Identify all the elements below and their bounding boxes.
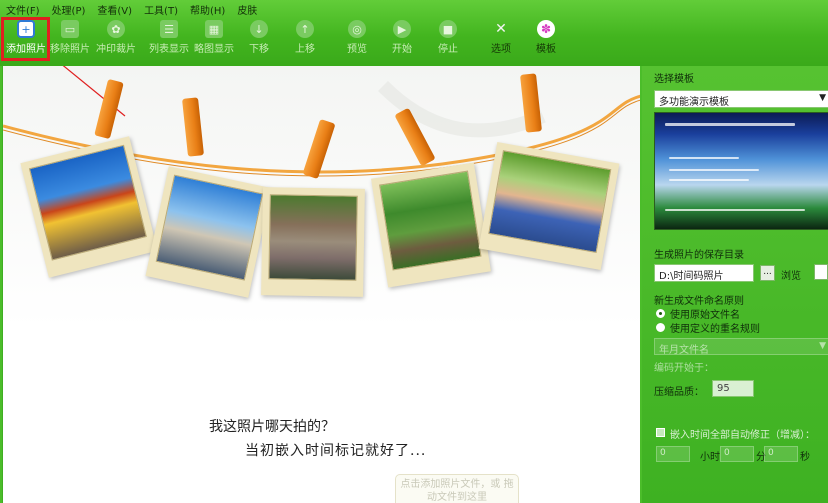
list-view-button[interactable]: ☰ 列表显示 <box>145 20 193 60</box>
move-up-label: 上移 <box>295 44 315 55</box>
minutes-input[interactable]: 0 <box>720 446 754 462</box>
menu-view[interactable]: 查看(V) <box>97 2 132 17</box>
photo-image <box>155 174 264 281</box>
photo-image <box>379 170 482 271</box>
preview-icon: ◎ <box>348 20 366 38</box>
preview-caption-line1: 我这照片哪天拍的？ <box>209 419 335 435</box>
move-down-icon: ↓ <box>250 20 268 38</box>
naming-custom-label: 使用定义的重名规则 <box>670 324 760 335</box>
start-label: 开始 <box>392 44 412 55</box>
output-dir-input[interactable]: D:\时间码照片 <box>654 264 754 282</box>
menu-process[interactable]: 处理(P) <box>52 2 86 17</box>
quality-label: 压缩品质： <box>654 387 704 398</box>
move-down-button[interactable]: ↓ 下移 <box>235 20 283 60</box>
app-chrome: 文件(F) 处理(P) 查看(V) 工具(T) 帮助(H) 皮肤 + 添加照片 … <box>0 0 828 66</box>
folder-icon[interactable] <box>814 264 828 280</box>
list-view-icon: ☰ <box>160 20 178 38</box>
seconds-input[interactable]: 0 <box>764 446 798 462</box>
start-button[interactable]: ▶ 开始 <box>378 20 426 60</box>
chevron-down-icon: ▼ <box>819 93 826 103</box>
stop-icon: ■ <box>439 20 457 38</box>
seconds-unit: 秒 <box>800 452 810 463</box>
add-photo-button[interactable]: + 添加照片 <box>2 20 50 60</box>
list-view-label: 列表显示 <box>149 44 189 55</box>
template-button[interactable]: ✽ 模板 <box>522 20 570 60</box>
preview-caption-line2: 当初嵌入时间标记就好了... <box>245 443 427 459</box>
photo-card <box>478 142 620 270</box>
template-select-value: 多功能演示模板 <box>659 97 729 108</box>
menu-help[interactable]: 帮助(H) <box>190 2 225 17</box>
template-text-line <box>665 209 805 211</box>
template-select[interactable]: 多功能演示模板 ▼ <box>654 90 828 108</box>
template-text-line <box>669 179 749 181</box>
time-correction-checkbox[interactable] <box>656 428 665 437</box>
preview-button[interactable]: ◎ 预览 <box>333 20 381 60</box>
template-icon: ✽ <box>537 20 555 38</box>
move-up-button[interactable]: ↑ 上移 <box>281 20 329 60</box>
move-down-label: 下移 <box>249 44 269 55</box>
options-button[interactable]: ✕ 选项 <box>477 20 525 60</box>
print-crop-label: 冲印裁片 <box>96 44 136 55</box>
tools-icon: ✕ <box>495 21 507 37</box>
drop-hint: 点击添加照片文件，或 拖动文件到这里 <box>395 474 519 503</box>
output-dir-label: 生成照片的保存目录 <box>654 250 744 261</box>
template-section-label: 选择模板 <box>654 74 694 85</box>
naming-original-radio[interactable] <box>656 309 665 318</box>
browse-button[interactable]: 浏览 <box>781 267 801 282</box>
time-correction-label: 嵌入时间全部自动修正（增减）： <box>670 430 815 441</box>
choose-dir-button[interactable]: ... <box>760 265 775 281</box>
remove-photo-button[interactable]: ▭ 移除照片 <box>46 20 94 60</box>
naming-rule-label: 新生成文件命名原则 <box>654 296 744 307</box>
quality-input[interactable]: 95 <box>712 380 754 397</box>
print-crop-button[interactable]: ✿ 冲印裁片 <box>92 20 140 60</box>
template-text-line <box>665 123 795 126</box>
move-up-icon: ↑ <box>296 20 314 38</box>
stop-label: 停止 <box>438 44 458 55</box>
add-photo-icon: + <box>17 20 35 38</box>
naming-custom-radio[interactable] <box>656 323 665 332</box>
stop-button[interactable]: ■ 停止 <box>424 20 472 60</box>
start-icon: ▶ <box>393 20 411 38</box>
template-label: 模板 <box>536 44 556 55</box>
thumbnail-view-icon: ▦ <box>205 20 223 38</box>
photo-preview-area[interactable]: 我这照片哪天拍的？ 当初嵌入时间标记就好了... 点击添加照片文件，或 拖动文件… <box>2 66 640 503</box>
photo-card <box>371 162 491 288</box>
menu-bar: 文件(F) 处理(P) 查看(V) 工具(T) 帮助(H) 皮肤 <box>0 0 828 18</box>
photo-image <box>268 194 358 281</box>
photo-card <box>261 187 365 297</box>
hours-input[interactable]: 0 <box>656 446 690 462</box>
hours-unit: 小时 <box>700 452 720 463</box>
menu-file[interactable]: 文件(F) <box>6 2 40 17</box>
rename-rule-value: 年月文件名 <box>659 345 709 356</box>
toolbar: + 添加照片 ▭ 移除照片 ✿ 冲印裁片 ☰ 列表显示 ▦ 略图显示 ↓ 下移 … <box>0 18 828 62</box>
template-text-line <box>669 169 759 171</box>
settings-panel: 选择模板 多功能演示模板 ▼ 生成照片的保存目录 D:\时间码照片 ... 浏览… <box>642 66 828 503</box>
photo-image <box>488 150 612 253</box>
template-text-line <box>669 157 739 159</box>
start-number-label: 编码开始于： <box>654 363 714 374</box>
print-crop-icon: ✿ <box>107 20 125 38</box>
rename-rule-select[interactable]: 年月文件名 ▼ <box>654 338 828 356</box>
add-photo-label: 添加照片 <box>6 44 46 55</box>
chevron-down-icon: ▼ <box>819 341 826 351</box>
photo-image <box>28 144 147 261</box>
menu-skin[interactable]: 皮肤 <box>237 2 257 17</box>
thumbnail-view-button[interactable]: ▦ 略图显示 <box>190 20 238 60</box>
remove-photo-icon: ▭ <box>61 20 79 38</box>
menu-tools[interactable]: 工具(T) <box>144 2 178 17</box>
template-preview-image <box>654 112 828 230</box>
naming-original-label: 使用原始文件名 <box>670 310 740 321</box>
thumbnail-view-label: 略图显示 <box>194 44 234 55</box>
preview-label: 预览 <box>347 44 367 55</box>
options-label: 选项 <box>491 44 511 55</box>
remove-photo-label: 移除照片 <box>50 44 90 55</box>
